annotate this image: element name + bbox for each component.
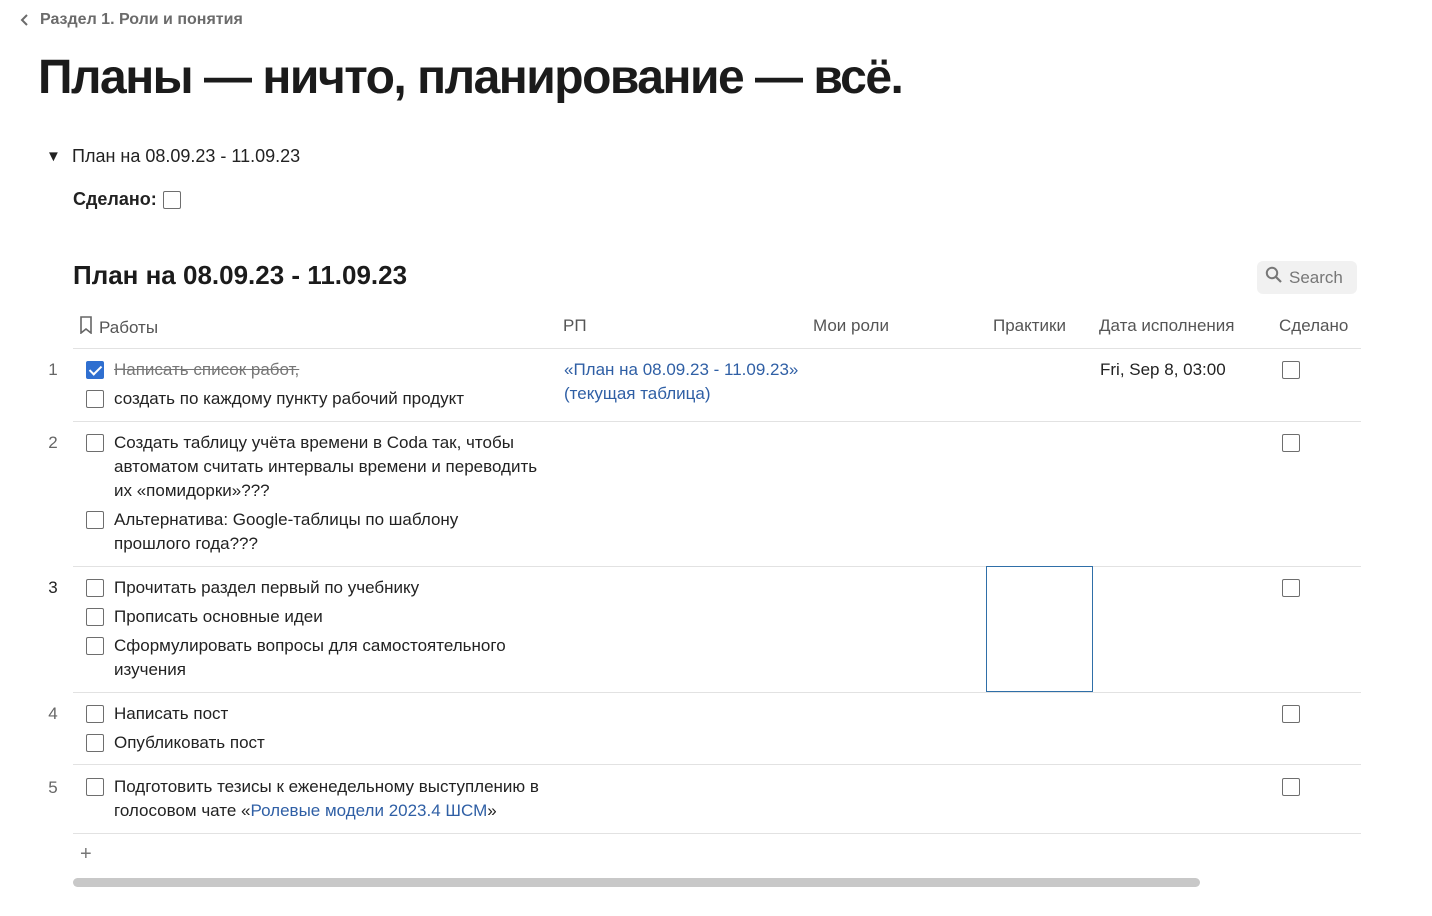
task-checkbox[interactable] <box>86 778 104 796</box>
column-header-due[interactable]: Дата исполнения <box>1099 316 1235 336</box>
task-checkbox[interactable] <box>86 361 104 379</box>
triangle-down-icon: ▼ <box>46 148 61 165</box>
breadcrumb[interactable]: Раздел 1. Роли и понятия <box>18 11 243 29</box>
row-number: 3 <box>48 578 58 597</box>
task-checkbox[interactable] <box>86 390 104 408</box>
search-icon <box>1265 266 1283 289</box>
task-text: Подготовить тезисы к еженедельному высту… <box>114 777 539 820</box>
add-row-button[interactable]: + <box>80 843 92 866</box>
task-text: Написать пост <box>114 704 229 723</box>
task-item: Сформулировать вопросы для самостоятельн… <box>86 634 526 682</box>
row-number: 5 <box>48 778 58 797</box>
row-number: 2 <box>48 433 58 452</box>
task-item: Прочитать раздел первый по учебнику <box>86 576 556 600</box>
task-text: Прочитать раздел первый по учебнику <box>114 578 420 597</box>
task-item: Прописать основные идеи <box>86 605 556 629</box>
task-item: Написать список работ, <box>86 358 556 382</box>
role-models-link[interactable]: Ролевые модели 2023.4 ШСМ <box>251 801 488 820</box>
table-search-button[interactable]: Search <box>1257 261 1357 294</box>
plan-toggle-label: План на 08.09.23 - 11.09.23 <box>72 146 301 166</box>
task-item: Написать пост <box>86 702 556 726</box>
task-checkbox[interactable] <box>86 734 104 752</box>
page-title: Планы — ничто, планирование — всё. <box>38 51 904 104</box>
column-header-works[interactable]: Работы <box>79 316 158 339</box>
task-checkbox[interactable] <box>86 434 104 452</box>
task-text: Прописать основные идеи <box>114 607 323 626</box>
rp-link[interactable]: «План на 08.09.23 - 11.09.23» (текущая т… <box>564 358 814 406</box>
task-checkbox[interactable] <box>86 579 104 597</box>
done-field: Сделано: <box>73 189 181 210</box>
done-field-label: Сделано: <box>73 189 157 209</box>
row-done-checkbox[interactable] <box>1282 361 1300 379</box>
column-header-rp[interactable]: РП <box>563 316 587 336</box>
table-title: План на 08.09.23 - 11.09.23 <box>73 260 408 290</box>
task-item: Опубликовать пост <box>86 731 556 755</box>
task-checkbox[interactable] <box>86 511 104 529</box>
search-label: Search <box>1289 267 1343 287</box>
column-header-practices[interactable]: Практики <box>993 316 1066 336</box>
column-header-done[interactable]: Сделано <box>1279 316 1348 336</box>
task-text: Сформулировать вопросы для самостоятельн… <box>114 636 506 679</box>
plan-toggle[interactable]: ▼ План на 08.09.23 - 11.09.23 <box>46 146 300 167</box>
horizontal-scrollbar[interactable] <box>73 878 1200 887</box>
task-text: Альтернатива: Google-таблицы по шаблону … <box>114 510 459 553</box>
row-number: 4 <box>48 704 58 723</box>
due-date[interactable]: Fri, Sep 8, 03:00 <box>1100 360 1226 380</box>
row-done-checkbox[interactable] <box>1282 778 1300 796</box>
row-done-checkbox[interactable] <box>1282 579 1300 597</box>
task-text: Опубликовать пост <box>114 733 265 752</box>
task-item: Подготовить тезисы к еженедельному высту… <box>86 775 556 823</box>
breadcrumb-label: Раздел 1. Роли и понятия <box>40 11 243 28</box>
bookmark-icon <box>79 316 93 339</box>
task-text: создать по каждому пункту рабочий продук… <box>114 389 465 408</box>
done-field-checkbox[interactable] <box>162 190 181 209</box>
selected-practices-cell[interactable] <box>986 566 1093 692</box>
task-checkbox[interactable] <box>86 705 104 723</box>
row-done-checkbox[interactable] <box>1282 705 1300 723</box>
task-checkbox[interactable] <box>86 608 104 626</box>
row-done-checkbox[interactable] <box>1282 434 1300 452</box>
task-item: Создать таблицу учёта времени в Coda так… <box>86 431 541 503</box>
task-text: Написать список работ, <box>114 360 300 379</box>
task-checkbox[interactable] <box>86 637 104 655</box>
task-text: Создать таблицу учёта времени в Coda так… <box>114 433 538 500</box>
column-header-roles[interactable]: Мои роли <box>813 316 889 336</box>
row-number: 1 <box>48 360 58 379</box>
table-header: Работы РП Мои роли Практики Дата исполне… <box>0 316 1432 338</box>
task-item: создать по каждому пункту рабочий продук… <box>86 387 556 411</box>
task-item: Альтернатива: Google-таблицы по шаблону … <box>86 508 486 556</box>
chevron-left-icon <box>18 13 32 27</box>
